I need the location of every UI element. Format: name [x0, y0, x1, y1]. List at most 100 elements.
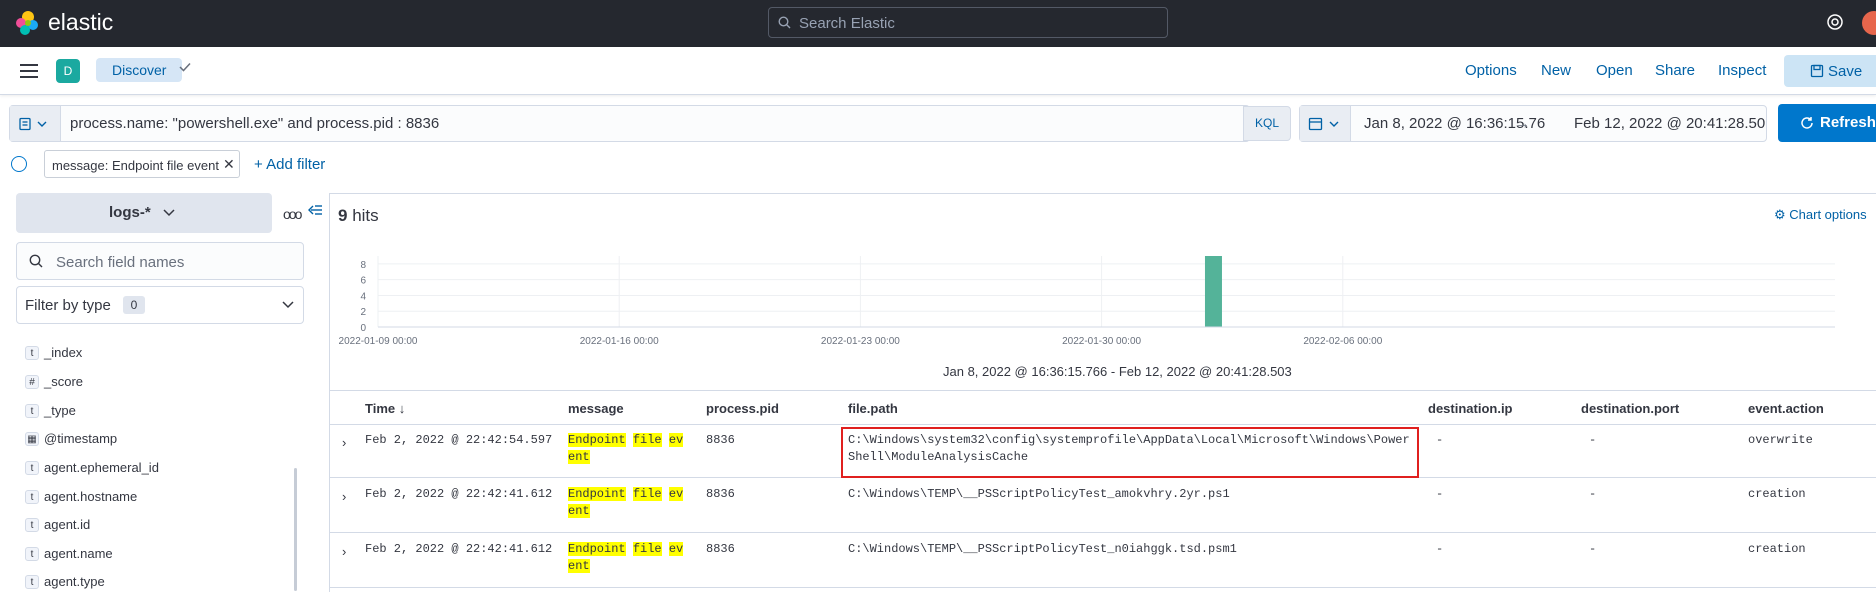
column-header-message[interactable]: message — [568, 401, 624, 416]
message-cell: Endpoint file ev ent — [568, 542, 684, 573]
close-icon[interactable]: ✕ — [223, 156, 235, 173]
file-path-cell: C:\Windows\TEMP\__PSScriptPolicyTest_amo… — [848, 487, 1230, 501]
x-tick-label: 2022-01-30 00:00 — [1062, 336, 1141, 347]
more-options-icon[interactable]: ooo — [283, 206, 302, 222]
global-header: elastic Search Elastic — [0, 0, 1876, 47]
time-cell: Feb 2, 2022 @ 22:42:54.597 — [365, 433, 553, 447]
message-cell: Endpoint file ev ent — [568, 433, 684, 464]
filter-pill[interactable]: message: Endpoint file event ✕ — [44, 150, 240, 178]
refresh-label: Refresh — [1820, 114, 1876, 131]
highlight-box — [841, 427, 1419, 478]
saved-query-icon — [19, 117, 31, 131]
filter-by-type-label: Filter by type — [25, 297, 111, 314]
number-type-icon: # — [25, 375, 39, 389]
quick-select-button[interactable] — [1300, 106, 1351, 141]
chevron-down-icon — [282, 301, 294, 309]
field-name: _score — [44, 374, 84, 389]
column-header-destination-ip[interactable]: destination.ip — [1428, 401, 1513, 416]
open-link[interactable]: Open — [1596, 62, 1633, 79]
options-link[interactable]: Options — [1465, 62, 1517, 79]
string-type-icon: t — [25, 490, 39, 504]
column-header-pid[interactable]: process.pid — [706, 401, 779, 416]
index-pattern-label: logs-* — [109, 204, 151, 221]
y-tick-label: 2 — [360, 307, 366, 318]
filter-by-type-button[interactable]: Filter by type 0 — [16, 286, 304, 324]
table-row: › Feb 2, 2022 @ 22:42:54.597 Endpoint fi… — [330, 423, 1876, 478]
new-link[interactable]: New — [1541, 62, 1571, 79]
time-cell: Feb 2, 2022 @ 22:42:41.612 — [365, 542, 553, 556]
filter-count-badge: 0 — [123, 296, 145, 314]
column-header-destination-port[interactable]: destination.port — [1581, 401, 1679, 416]
refresh-button[interactable]: Refresh — [1778, 104, 1876, 142]
column-header-event-action[interactable]: event.action — [1748, 401, 1824, 416]
collapse-sidebar-icon[interactable] — [308, 203, 323, 217]
field-name: agent.id — [44, 517, 91, 532]
help-icon[interactable] — [1826, 13, 1844, 31]
field-name: _type — [44, 403, 76, 418]
filter-options-icon[interactable] — [11, 156, 27, 172]
file-path-cell: C:\Windows\TEMP\__PSScriptPolicyTest_n0i… — [848, 542, 1237, 556]
filter-pill-label: message: Endpoint file event — [52, 158, 219, 173]
field-name: _index — [44, 345, 83, 360]
global-search-input[interactable]: Search Elastic — [768, 7, 1168, 38]
string-type-icon: t — [25, 518, 39, 532]
column-header-file-path[interactable]: file.path — [848, 401, 898, 416]
save-icon — [1810, 64, 1824, 78]
breadcrumb-discover[interactable]: Discover — [96, 58, 183, 82]
sidebar-scrollbar[interactable] — [294, 468, 297, 591]
event-action-cell: creation — [1748, 542, 1806, 556]
calendar-icon — [1308, 117, 1323, 131]
pid-cell: 8836 — [706, 542, 735, 556]
results-panel: 9 hits ⚙ Chart options 0 2 4 6 8 2022-01-09 0… — [329, 193, 1876, 592]
inspect-link[interactable]: Inspect — [1718, 62, 1766, 79]
chevron-down-icon — [37, 121, 47, 127]
search-icon — [29, 254, 43, 268]
string-type-icon: t — [25, 404, 39, 418]
chart-options-button[interactable]: ⚙ Chart options — [1774, 207, 1867, 223]
string-type-icon: t — [25, 575, 39, 589]
field-name: agent.ephemeral_id — [44, 460, 159, 475]
user-avatar[interactable] — [1862, 11, 1876, 35]
hits-count: 9 hits — [338, 206, 379, 225]
brand-name[interactable]: elastic — [48, 9, 113, 36]
field-search-input[interactable]: Search field names — [16, 242, 304, 280]
expand-row-icon[interactable]: › — [342, 435, 346, 450]
message-cell: Endpoint file ev ent — [568, 487, 684, 518]
destination-port-cell: - — [1589, 542, 1597, 556]
field-search-placeholder: Search field names — [56, 254, 185, 271]
destination-port-cell: - — [1589, 433, 1597, 447]
y-tick-label: 8 — [360, 260, 366, 271]
save-label: Save — [1828, 63, 1863, 80]
histogram-bar[interactable] — [1204, 256, 1222, 327]
date-picker[interactable]: Jan 8, 2022 @ 16:36:15.76 → Feb 12, 2022… — [1299, 105, 1767, 142]
add-filter-link[interactable]: + Add filter — [254, 156, 325, 173]
query-bar[interactable]: process.name: "powershell.exe" and proce… — [9, 105, 1250, 142]
expand-row-icon[interactable]: › — [342, 544, 346, 559]
saved-query-button[interactable] — [10, 106, 61, 141]
pid-cell: 8836 — [706, 487, 735, 501]
event-action-cell: overwrite — [1748, 433, 1813, 447]
y-tick-label: 0 — [360, 323, 366, 334]
column-header-time[interactable]: Time ↓ — [365, 401, 405, 416]
time-cell: Feb 2, 2022 @ 22:42:41.612 — [365, 487, 553, 501]
histogram-chart[interactable]: 0 2 4 6 8 2022-01-09 00:00 2022-01-16 00:00 202… — [330, 246, 1876, 366]
expand-row-icon[interactable]: › — [342, 489, 346, 504]
destination-port-cell: - — [1589, 487, 1597, 501]
kql-toggle-button[interactable]: KQL — [1243, 106, 1291, 141]
field-name: agent.type — [44, 574, 105, 589]
share-link[interactable]: Share — [1655, 62, 1695, 79]
index-pattern-picker[interactable]: logs-* — [16, 193, 272, 233]
field-name: @timestamp — [44, 431, 118, 446]
menu-icon[interactable] — [0, 47, 50, 94]
query-input[interactable]: process.name: "powershell.exe" and proce… — [70, 115, 439, 132]
save-button[interactable]: Save — [1784, 55, 1876, 87]
space-avatar[interactable]: D — [56, 59, 80, 83]
search-placeholder: Search Elastic — [799, 15, 895, 32]
y-tick-label: 4 — [360, 291, 366, 302]
end-date[interactable]: Feb 12, 2022 @ 20:41:28.50 — [1574, 115, 1765, 132]
x-tick-label: 2022-01-09 00:00 — [339, 336, 418, 347]
chevron-down-icon — [1329, 121, 1339, 127]
x-tick-label: 2022-02-06 00:00 — [1303, 336, 1382, 347]
elastic-logo-icon[interactable] — [14, 9, 40, 37]
date-type-icon: ▦ — [25, 432, 39, 446]
